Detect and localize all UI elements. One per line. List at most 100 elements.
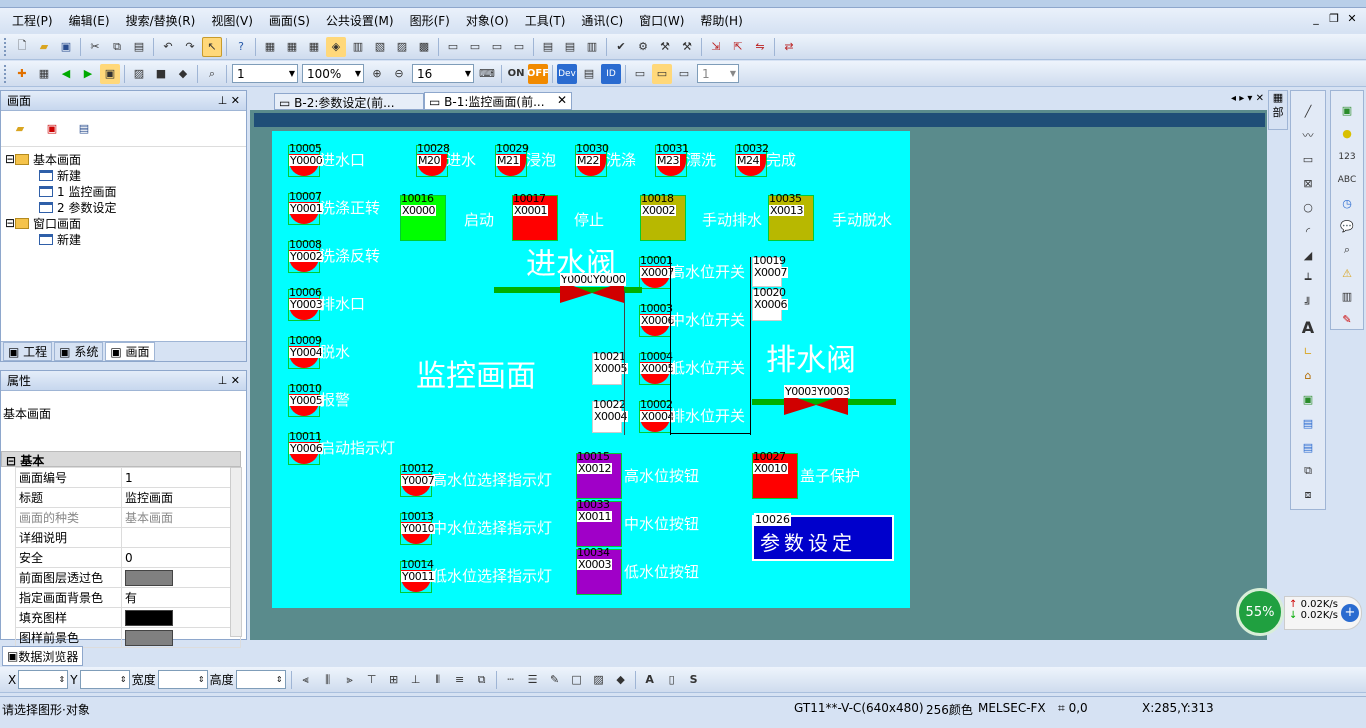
indicator-lamp[interactable]: 10014 Y0011 <box>400 559 436 593</box>
window-b-icon[interactable]: ▭ <box>465 37 485 57</box>
property-value[interactable]: 1 <box>121 467 241 488</box>
redo-icon[interactable]: ↷ <box>180 37 200 57</box>
zoom-select[interactable]: 100% ▼ <box>302 64 364 83</box>
align-middle-icon[interactable]: ⊞ <box>384 670 404 690</box>
menu-help[interactable]: 帮助(H) <box>692 12 750 29</box>
property-value[interactable]: 基本画面 <box>121 507 241 528</box>
layer-mid-icon[interactable]: ▭ <box>652 63 672 84</box>
align-left-icon[interactable]: ⫷ <box>296 670 316 690</box>
gear-icon[interactable]: ⚙ <box>633 37 653 57</box>
data-browser-tab[interactable]: ▣ 数据浏览器 <box>2 646 84 666</box>
restore-icon[interactable]: ❐ <box>1326 12 1342 25</box>
valve[interactable]: Y0003 Y0003 <box>784 385 851 415</box>
menu-figure[interactable]: 图形(F) <box>402 12 458 29</box>
parts-object-icon[interactable]: ⌕ <box>1337 240 1357 259</box>
upload-icon[interactable]: ⇱ <box>728 37 748 57</box>
off-button[interactable]: OFF <box>527 63 549 84</box>
scale-icon[interactable]: ┷ <box>1298 269 1318 289</box>
id-button[interactable]: ID <box>601 63 621 84</box>
indicator-lamp[interactable]: 10004 X0005 <box>639 351 676 385</box>
device-icon[interactable]: ◈ <box>326 36 346 57</box>
brush-icon[interactable]: ⌂ <box>1298 365 1318 385</box>
menu-object[interactable]: 对象(O) <box>458 12 517 29</box>
polygon-icon[interactable]: ⊠ <box>1298 173 1318 193</box>
indicator-lamp[interactable]: 10006 Y0003 <box>288 287 324 321</box>
window-d-icon[interactable]: ▭ <box>509 37 529 57</box>
line-style-icon[interactable]: ┄ <box>501 670 521 690</box>
save-icon[interactable]: ▣ <box>56 37 76 57</box>
ungroup-object-icon[interactable]: ⧈ <box>1298 485 1318 505</box>
open-screen-icon[interactable]: ▤ <box>74 119 94 139</box>
x-input[interactable]: ⇕ <box>18 670 69 689</box>
tool-b-icon[interactable]: ⚒ <box>677 37 697 57</box>
verify-icon[interactable]: ⇋ <box>750 37 770 57</box>
property-row[interactable]: 前面图层透过色 <box>15 567 241 588</box>
push-button[interactable]: 10018 X0002 <box>640 193 686 241</box>
tab-system[interactable]: ▣ 系统 <box>54 342 104 361</box>
new-screen-icon[interactable]: ▰ <box>10 119 30 139</box>
property-value[interactable]: 0 <box>121 547 241 568</box>
indicator-lamp[interactable]: 10028 M20 <box>416 143 450 177</box>
library-icon[interactable]: ▥ <box>348 37 368 57</box>
indicator-lamp[interactable]: 10007 Y0001 <box>288 191 324 225</box>
property-row[interactable]: 图样前景色 <box>15 627 241 648</box>
menu-common-settings[interactable]: 公共设置(M) <box>318 12 402 29</box>
tool-a-icon[interactable]: ⚒ <box>655 37 675 57</box>
tab-nav-icon[interactable]: ◂ ▸ ▾ ✕ <box>1231 93 1264 104</box>
paint-bucket-icon[interactable]: ◆ <box>173 64 193 84</box>
tab-monitor-screen[interactable]: ▭ B-1:监控画面(前... ✕ <box>424 92 572 110</box>
open-folder-icon[interactable]: ▰ <box>34 37 54 57</box>
dimension-icon[interactable]: ∟ <box>1298 341 1318 361</box>
bit-switch[interactable]: 10020 X0006 <box>752 287 789 321</box>
zoom-in-icon[interactable]: ⊕ <box>367 64 387 84</box>
push-button[interactable]: 10034 X0003 <box>576 547 622 595</box>
push-button[interactable]: 10017 X0001 <box>512 193 558 241</box>
undo-icon[interactable]: ↶ <box>158 37 178 57</box>
dev-small-icon[interactable]: ▤ <box>579 64 599 84</box>
indicator-lamp[interactable]: 10012 Y0007 <box>400 463 436 497</box>
height-input[interactable]: ⇕ <box>235 670 286 689</box>
push-button[interactable]: 10027 X0010 <box>752 451 798 499</box>
sector-icon[interactable]: ◢ <box>1298 245 1318 265</box>
tree-screen-2[interactable]: 2 参数设定 <box>5 199 246 215</box>
fill-color-icon[interactable]: ■ <box>151 64 171 84</box>
push-button[interactable]: 10033 X0011 <box>576 499 622 547</box>
indicator-lamp[interactable]: 10011 Y0006 <box>288 431 324 465</box>
menu-edit[interactable]: 编辑(E) <box>61 12 118 29</box>
image-icon[interactable]: ▣ <box>100 63 120 84</box>
indicator-lamp[interactable]: 10005 Y0000 <box>288 143 324 177</box>
menu-search-replace[interactable]: 搜索/替换(R) <box>118 12 204 29</box>
close-icon[interactable]: ✕ <box>1344 12 1360 25</box>
tab-project[interactable]: ▣ 工程 <box>3 342 53 361</box>
alarm-object-icon[interactable]: ⚠ <box>1337 263 1357 282</box>
picture-icon[interactable]: ▣ <box>1298 389 1318 409</box>
toolbar-grip[interactable] <box>4 64 7 83</box>
line-color-icon[interactable]: ✎ <box>545 670 565 690</box>
indicator-lamp[interactable]: 10003 X0006 <box>639 303 676 337</box>
layer-front-icon[interactable]: ▭ <box>630 64 650 84</box>
indicator-lamp[interactable]: 10032 M24 <box>735 143 769 177</box>
push-button[interactable]: 10015 X0012 <box>576 451 622 499</box>
arc-icon[interactable]: ◜ <box>1298 221 1318 241</box>
network-gauge[interactable]: 55% <box>1236 588 1284 636</box>
tree-base-screens[interactable]: ⊟ 基本画面 <box>5 151 246 167</box>
fill-bucket-icon[interactable]: ◆ <box>611 670 631 690</box>
copy-icon[interactable]: ⧉ <box>107 37 127 57</box>
group-object-icon[interactable]: ⧉ <box>1298 461 1318 481</box>
lamp-object-icon[interactable]: ● <box>1337 124 1357 143</box>
ascii-object-icon[interactable]: ABC <box>1337 171 1357 190</box>
jpeg-icon[interactable]: ▤ <box>1298 437 1318 457</box>
preview-icon[interactable]: ▩ <box>414 37 434 57</box>
bit-switch[interactable]: 10019 X0007 <box>752 255 789 287</box>
menu-communication[interactable]: 通讯(C) <box>573 12 631 29</box>
tree-new-window[interactable]: 新建 <box>5 231 246 247</box>
color-swatch[interactable] <box>125 629 173 646</box>
text-color-icon[interactable]: A <box>640 670 660 690</box>
property-row[interactable]: 安全 0 <box>15 547 241 568</box>
pattern-icon[interactable]: ▨ <box>129 64 149 84</box>
polyline-icon[interactable]: 〰 <box>1298 125 1318 145</box>
indicator-lamp[interactable]: 10010 Y0005 <box>288 383 324 417</box>
line-width-icon[interactable]: ☰ <box>523 670 543 690</box>
property-value[interactable] <box>121 607 241 628</box>
color-swatch[interactable] <box>125 609 173 626</box>
